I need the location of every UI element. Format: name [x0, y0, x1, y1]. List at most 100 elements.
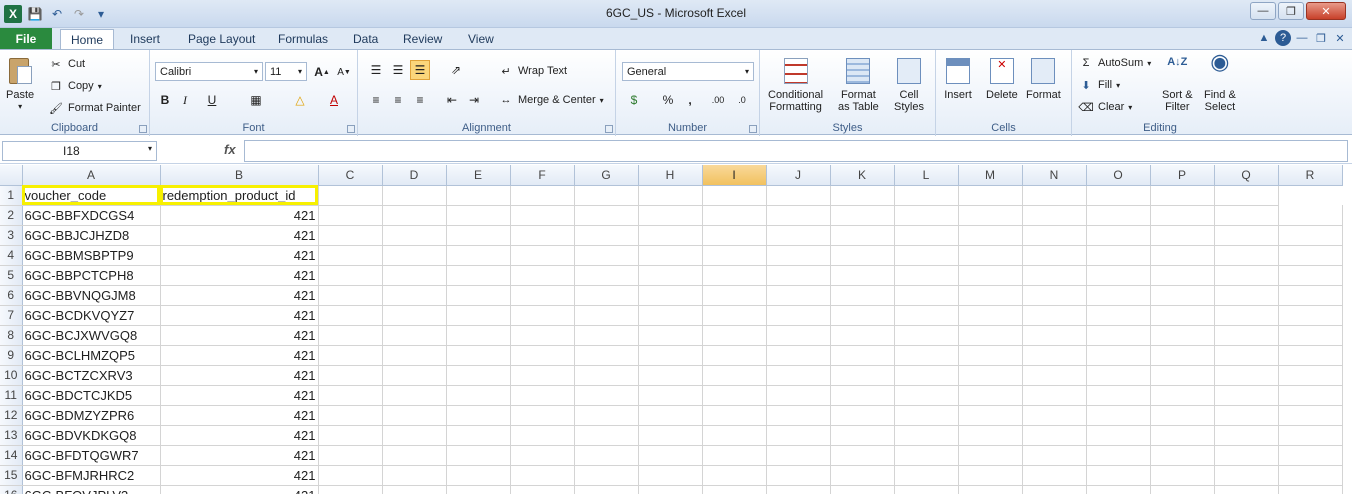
- voucher-code-cell[interactable]: 6GC-BCDKVQYZ7: [22, 305, 161, 326]
- empty-cell[interactable]: [894, 305, 959, 326]
- row-header[interactable]: 9: [0, 345, 23, 366]
- empty-cell[interactable]: [958, 225, 1023, 246]
- currency-icon[interactable]: $: [624, 90, 644, 110]
- empty-cell[interactable]: [318, 405, 383, 426]
- empty-cell[interactable]: [638, 445, 703, 466]
- empty-cell[interactable]: [830, 205, 895, 226]
- tab-home[interactable]: Home: [60, 29, 115, 50]
- empty-cell[interactable]: [574, 205, 639, 226]
- empty-cell[interactable]: [1150, 425, 1215, 446]
- row-header[interactable]: 16: [0, 485, 23, 494]
- empty-cell[interactable]: [510, 465, 575, 486]
- empty-cell[interactable]: [574, 325, 639, 346]
- empty-cell[interactable]: [702, 305, 767, 326]
- empty-cell[interactable]: [318, 425, 383, 446]
- empty-cell[interactable]: [830, 365, 895, 386]
- empty-cell[interactable]: [446, 465, 511, 486]
- voucher-code-cell[interactable]: 6GC-BBVNQGJM8: [22, 285, 161, 306]
- empty-cell[interactable]: [1214, 385, 1279, 406]
- empty-cell[interactable]: [1278, 485, 1343, 494]
- empty-cell[interactable]: [446, 305, 511, 326]
- empty-cell[interactable]: [894, 425, 959, 446]
- empty-cell[interactable]: [382, 465, 447, 486]
- empty-cell[interactable]: [1022, 445, 1087, 466]
- empty-cell[interactable]: [1150, 205, 1215, 226]
- empty-cell[interactable]: [958, 405, 1023, 426]
- empty-cell[interactable]: [638, 365, 703, 386]
- format-as-table-button[interactable]: Format as Table: [838, 56, 879, 113]
- empty-cell[interactable]: [702, 445, 767, 466]
- product-id-cell[interactable]: 421: [160, 445, 319, 466]
- empty-cell[interactable]: [1214, 405, 1279, 426]
- align-top-icon[interactable]: ☰: [366, 60, 386, 80]
- empty-cell[interactable]: [638, 325, 703, 346]
- product-id-cell[interactable]: 421: [160, 345, 319, 366]
- empty-cell[interactable]: [830, 425, 895, 446]
- conditional-formatting-button[interactable]: Conditional Formatting: [768, 56, 823, 113]
- empty-cell[interactable]: [766, 385, 831, 406]
- empty-cell[interactable]: [318, 345, 383, 366]
- tab-review[interactable]: Review: [393, 29, 452, 49]
- empty-cell[interactable]: [446, 245, 511, 266]
- product-id-cell[interactable]: 421: [160, 265, 319, 286]
- empty-cell[interactable]: [958, 345, 1023, 366]
- increase-decimal-icon[interactable]: .00: [708, 90, 728, 110]
- decrease-indent-icon[interactable]: ⇤: [442, 90, 462, 110]
- column-header-d[interactable]: D: [382, 165, 447, 186]
- empty-cell[interactable]: [830, 325, 895, 346]
- column-header-g[interactable]: G: [574, 165, 639, 186]
- empty-cell[interactable]: [1086, 285, 1151, 306]
- merge-center-button[interactable]: ↔ Merge & Center ▾: [498, 91, 604, 109]
- empty-cell[interactable]: [702, 245, 767, 266]
- empty-cell[interactable]: [1150, 365, 1215, 386]
- increase-indent-icon[interactable]: ⇥: [464, 90, 484, 110]
- empty-cell[interactable]: [638, 205, 703, 226]
- empty-cell[interactable]: [1214, 225, 1279, 246]
- product-id-cell[interactable]: 421: [160, 305, 319, 326]
- empty-cell[interactable]: [830, 405, 895, 426]
- empty-cell[interactable]: [702, 345, 767, 366]
- empty-cell[interactable]: [894, 465, 959, 486]
- empty-cell[interactable]: [638, 265, 703, 286]
- empty-cell[interactable]: [574, 465, 639, 486]
- empty-cell[interactable]: [1214, 305, 1279, 326]
- empty-cell[interactable]: [574, 305, 639, 326]
- product-id-cell[interactable]: 421: [160, 245, 319, 266]
- font-name-select[interactable]: Calibri ▾: [155, 62, 263, 81]
- empty-cell[interactable]: [830, 445, 895, 466]
- empty-cell[interactable]: [894, 265, 959, 286]
- empty-cell[interactable]: [894, 485, 959, 494]
- empty-cell[interactable]: [446, 445, 511, 466]
- empty-cell[interactable]: [1150, 345, 1215, 366]
- row-header[interactable]: 8: [0, 325, 23, 346]
- empty-cell[interactable]: [638, 385, 703, 406]
- row-header[interactable]: 11: [0, 385, 23, 406]
- product-id-cell[interactable]: 421: [160, 205, 319, 226]
- align-bottom-icon[interactable]: ☰: [410, 60, 430, 80]
- doc-minimize-icon[interactable]: —: [1294, 30, 1310, 46]
- empty-cell[interactable]: [574, 285, 639, 306]
- restore-button[interactable]: ❐: [1278, 2, 1304, 20]
- select-all-corner[interactable]: [0, 165, 23, 186]
- empty-cell[interactable]: [958, 245, 1023, 266]
- column-header-k[interactable]: K: [830, 165, 895, 186]
- empty-cell[interactable]: [1086, 305, 1151, 326]
- empty-cell[interactable]: [382, 365, 447, 386]
- empty-cell[interactable]: [1086, 445, 1151, 466]
- empty-cell[interactable]: [830, 345, 895, 366]
- product-id-cell[interactable]: 421: [160, 225, 319, 246]
- empty-cell[interactable]: [510, 405, 575, 426]
- row-header[interactable]: 12: [0, 405, 23, 426]
- row-header[interactable]: 13: [0, 425, 23, 446]
- empty-cell[interactable]: [318, 205, 383, 226]
- empty-cell[interactable]: [702, 325, 767, 346]
- empty-cell[interactable]: [446, 225, 511, 246]
- empty-cell[interactable]: [638, 345, 703, 366]
- empty-cell[interactable]: [1086, 385, 1151, 406]
- column-header-o[interactable]: O: [1086, 165, 1151, 186]
- column-header-a[interactable]: A: [22, 165, 161, 186]
- empty-cell[interactable]: [766, 325, 831, 346]
- format-button[interactable]: Format: [1026, 56, 1061, 101]
- comma-icon[interactable]: ,: [680, 90, 700, 110]
- empty-cell[interactable]: [318, 385, 383, 406]
